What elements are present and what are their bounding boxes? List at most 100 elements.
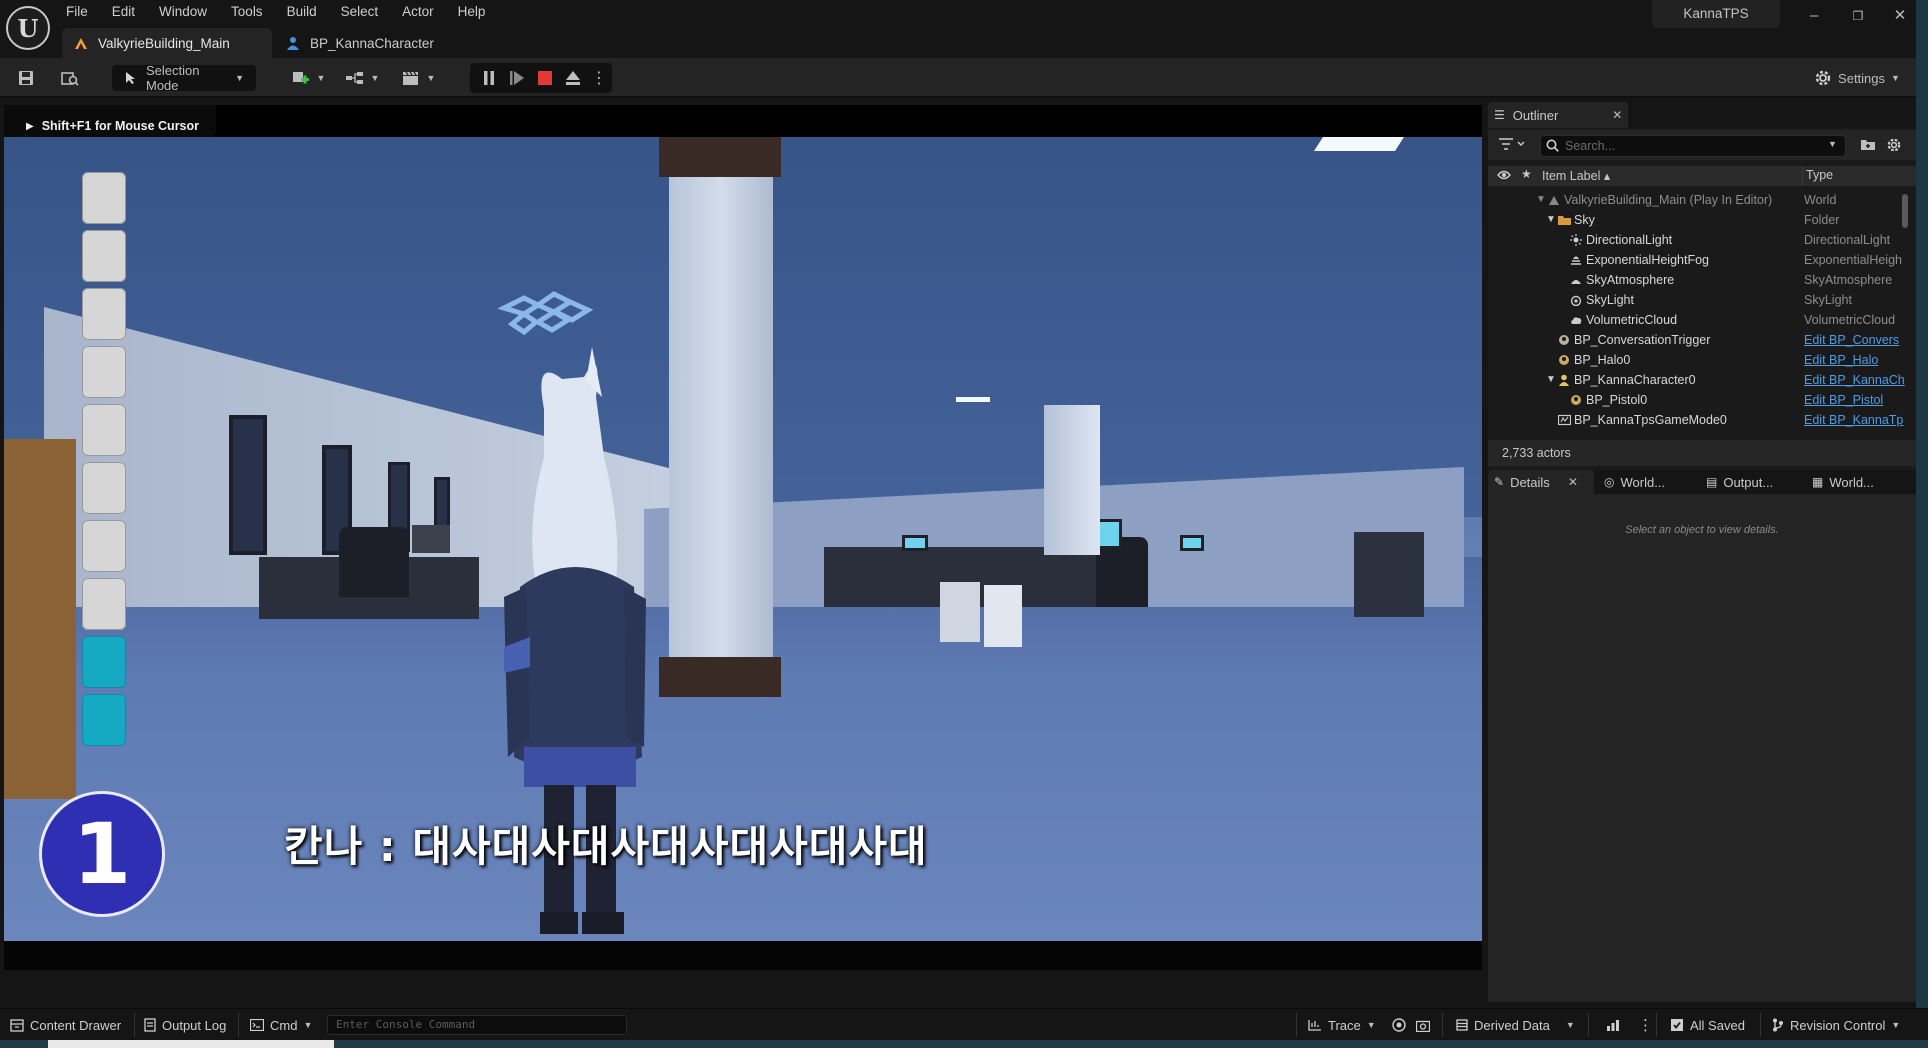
- menu-help[interactable]: Help: [458, 3, 498, 21]
- details-tabbar: ✎ Details ✕ ◎ World... ▤ Output... ▦ Wor…: [1488, 470, 1916, 494]
- pillar-base: [659, 657, 781, 697]
- expand-arrow-icon[interactable]: ▼: [1546, 370, 1556, 390]
- level-viewport[interactable]: ▶ Shift+F1 for Mouse Cursor 1 칸나: 대사대사대…: [4, 105, 1482, 970]
- window: [229, 415, 267, 555]
- main-menu: File Edit Window Tools Build Select Acto…: [66, 3, 509, 21]
- chevron-down-icon[interactable]: ▼: [1828, 139, 1837, 149]
- expand-arrow-icon[interactable]: ▼: [1536, 190, 1546, 210]
- tab-outliner[interactable]: ☰ Outliner ✕: [1488, 102, 1628, 128]
- edit-blueprint-link[interactable]: Edit BP_Pistol: [1804, 390, 1908, 410]
- camera-icon[interactable]: [1416, 1016, 1430, 1034]
- close-tab-icon[interactable]: ✕: [1612, 108, 1622, 122]
- stop-icon[interactable]: [534, 65, 556, 91]
- outliner-gear-icon[interactable]: [1886, 137, 1902, 153]
- tab-output[interactable]: ▤ Output...: [1700, 470, 1800, 494]
- menu-edit[interactable]: Edit: [112, 3, 147, 21]
- menu-actor[interactable]: Actor: [402, 3, 446, 21]
- all-saved-button[interactable]: All Saved: [1670, 1016, 1745, 1034]
- selection-mode-dropdown[interactable]: Selection Mode ▼: [112, 63, 256, 93]
- tree-row-label: Sky: [1574, 213, 1595, 227]
- settings-button[interactable]: Settings ▼: [1812, 65, 1902, 91]
- content-drawer-button[interactable]: Content Drawer: [10, 1016, 121, 1034]
- revision-control-dropdown[interactable]: Revision Control ▼: [1772, 1016, 1900, 1034]
- divider: [1296, 1013, 1297, 1037]
- tree-row[interactable]: ▼ Sky Folder: [1488, 210, 1908, 230]
- edit-blueprint-link[interactable]: Edit BP_KannaTp: [1804, 410, 1908, 430]
- ammo-slot: [82, 636, 126, 688]
- tree-row[interactable]: BP_Halo0 Edit BP_Halo: [1488, 350, 1908, 370]
- details-tab-label: Details: [1510, 474, 1550, 490]
- menu-select[interactable]: Select: [341, 3, 391, 21]
- details-tab-label: World...: [1620, 474, 1666, 490]
- tab-details[interactable]: ✎ Details ✕: [1488, 470, 1594, 494]
- tab-world[interactable]: ◎ World...: [1598, 470, 1698, 494]
- unreal-logo-icon[interactable]: U: [6, 6, 50, 50]
- tree-row[interactable]: ExponentialHeightFog ExponentialHeigh: [1488, 250, 1908, 270]
- tab-bp-kanna-character[interactable]: BP_KannaCharacter: [272, 28, 472, 58]
- output-log-button[interactable]: Output Log: [144, 1016, 226, 1034]
- save-icon[interactable]: [14, 65, 38, 91]
- outliner-search-input[interactable]: Search...: [1540, 135, 1846, 157]
- document-tabs: ValkyrieBuilding_Main BP_KannaCharacter: [0, 28, 1928, 58]
- tree-row[interactable]: BP_KannaTpsGameMode0 Edit BP_KannaTp: [1488, 410, 1908, 430]
- filter-icon[interactable]: [1498, 136, 1526, 152]
- menu-tools[interactable]: Tools: [231, 3, 275, 21]
- menu-file[interactable]: File: [66, 3, 100, 21]
- settings-label: Settings: [1838, 70, 1886, 86]
- pencil-icon: ✎: [1494, 475, 1505, 489]
- menu-build[interactable]: Build: [287, 3, 329, 21]
- cmd-label: Cmd: [270, 1017, 298, 1033]
- tree-row-label: BP_Pistol0: [1586, 393, 1648, 407]
- details-panel: Select an object to view details.: [1488, 494, 1916, 1002]
- star-icon[interactable]: ★: [1521, 167, 1532, 181]
- tree-row[interactable]: SkyAtmosphere SkyAtmosphere: [1488, 270, 1908, 290]
- expand-arrow-icon[interactable]: ▼: [1546, 210, 1556, 230]
- tree-row[interactable]: BP_Pistol0 Edit BP_Pistol: [1488, 390, 1908, 410]
- viewport-hint-text: Shift+F1 for Mouse Cursor: [41, 119, 200, 133]
- edit-blueprint-link[interactable]: Edit BP_Convers: [1804, 330, 1908, 350]
- tree-row[interactable]: VolumetricCloud VolumetricCloud: [1488, 310, 1908, 330]
- blueprint-actor-icon: [1558, 354, 1570, 366]
- close-tab-icon[interactable]: ✕: [1568, 475, 1578, 489]
- console-command-input[interactable]: Enter Console Command: [327, 1015, 627, 1035]
- ammo-slot: [82, 578, 126, 630]
- trace-dropdown[interactable]: Trace ▼: [1308, 1016, 1376, 1034]
- tree-row[interactable]: BP_ConversationTrigger Edit BP_Convers: [1488, 330, 1908, 350]
- search-icon: [1546, 139, 1559, 152]
- derived-data-dropdown[interactable]: Derived Data ▼: [1456, 1016, 1575, 1034]
- more-options-icon[interactable]: ⋮: [1638, 1016, 1653, 1034]
- outliner-scrollbar[interactable]: [1902, 194, 1908, 228]
- tree-row[interactable]: ▼ BP_KannaCharacter0 Edit BP_KannaCh: [1488, 370, 1908, 390]
- tab-valkyrie-building[interactable]: ValkyrieBuilding_Main: [62, 28, 272, 58]
- tree-row-label: ExponentialHeightFog: [1586, 253, 1709, 267]
- edit-blueprint-link[interactable]: Edit BP_KannaCh: [1804, 370, 1908, 390]
- gear-icon: [1814, 69, 1832, 87]
- column-item-label[interactable]: Item Label ▴: [1542, 168, 1610, 183]
- divider: [1588, 1013, 1589, 1037]
- tree-row-label: BP_Halo0: [1574, 353, 1631, 367]
- record-icon[interactable]: [1392, 1016, 1406, 1034]
- menu-window[interactable]: Window: [159, 3, 219, 21]
- edit-blueprint-link[interactable]: Edit BP_Halo: [1804, 350, 1908, 370]
- pause-icon[interactable]: [478, 65, 500, 91]
- sky-atmosphere-icon: [1570, 274, 1582, 286]
- blueprints-button[interactable]: ▼: [342, 65, 382, 91]
- tree-row[interactable]: DirectionalLight DirectionalLight: [1488, 230, 1908, 250]
- add-actor-button[interactable]: ▼: [288, 65, 328, 91]
- tree-row[interactable]: ▼ ValkyrieBuilding_Main (Play In Editor)…: [1488, 190, 1908, 210]
- more-options-icon[interactable]: ⋮: [591, 65, 607, 91]
- column-type[interactable]: Type: [1806, 168, 1833, 182]
- tab-world-partition[interactable]: ▦ World...: [1806, 470, 1906, 494]
- frame-advance-icon[interactable]: [506, 65, 528, 91]
- cinematics-button[interactable]: ▼: [398, 65, 438, 91]
- build-status-icon[interactable]: [1606, 1016, 1620, 1034]
- browse-icon[interactable]: [58, 65, 82, 91]
- directional-light-icon: [1570, 234, 1582, 246]
- tree-row[interactable]: SkyLight SkyLight: [1488, 290, 1908, 310]
- cmd-dropdown[interactable]: Cmd ▼: [250, 1016, 312, 1034]
- output-log-icon: [144, 1018, 156, 1032]
- taskbar-search[interactable]: [48, 1040, 334, 1048]
- eye-icon[interactable]: [1497, 169, 1511, 181]
- add-folder-icon[interactable]: [1860, 137, 1876, 151]
- eject-icon[interactable]: [562, 65, 584, 91]
